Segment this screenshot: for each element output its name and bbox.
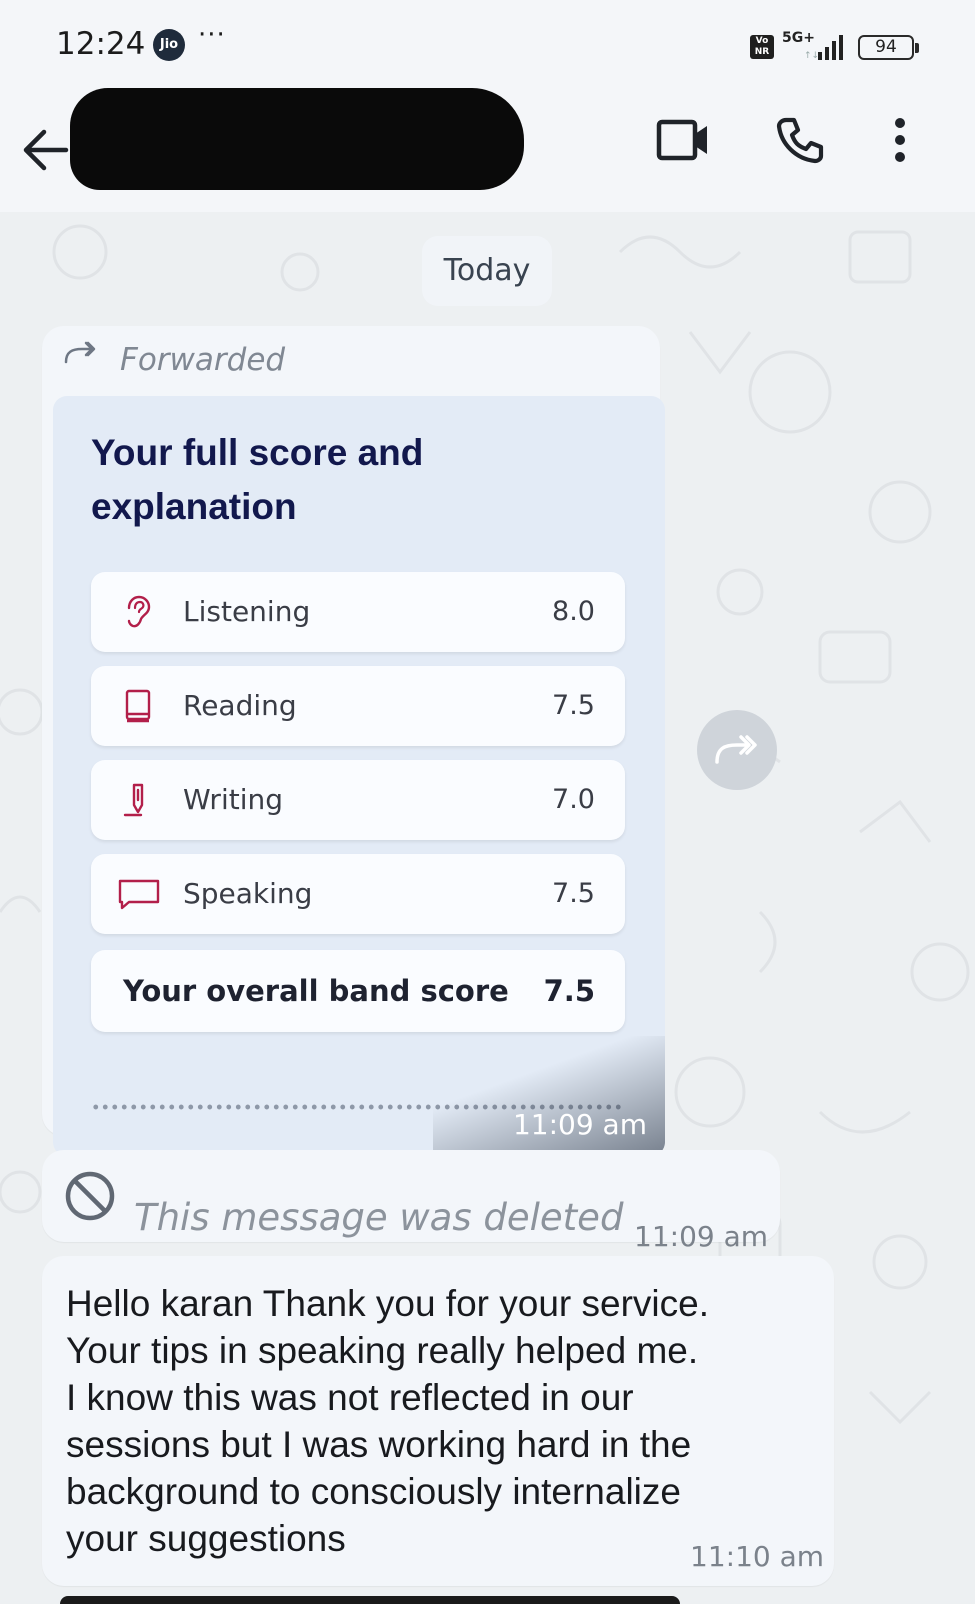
score-card-image[interactable]: Your full score and explanation Listenin… xyxy=(53,396,665,1156)
status-time: 12:24 xyxy=(56,26,146,62)
forwarded-label: Forwarded xyxy=(120,342,286,378)
message-time: 11:10 am xyxy=(690,1540,825,1573)
forward-button[interactable] xyxy=(697,710,777,790)
blocked-icon xyxy=(65,1171,115,1221)
score-value: 8.0 xyxy=(552,596,595,627)
message-time: 11:09 am xyxy=(634,1220,769,1253)
next-message-edge xyxy=(60,1596,680,1604)
overall-value: 7.5 xyxy=(543,974,595,1008)
score-card-title: Your full score and explanation xyxy=(91,432,424,527)
battery-icon: 94 xyxy=(858,35,919,60)
speech-bubble-icon xyxy=(118,879,160,910)
svg-text:↑↓: ↑↓ xyxy=(804,51,819,61)
overall-label: Your overall band score xyxy=(123,974,509,1008)
score-label: Reading xyxy=(183,689,297,722)
score-label: Writing xyxy=(183,783,283,816)
more-notifications-icon: ··· xyxy=(198,20,226,50)
message-time: 11:09 am xyxy=(512,1108,647,1141)
message-line: I know this was not reflected in our xyxy=(66,1377,634,1418)
message-line: background to consciously internalize xyxy=(66,1471,681,1512)
message-line: Your tips in speaking really helped me. xyxy=(66,1330,699,1371)
score-row-listening: Listening 8.0 xyxy=(91,572,625,652)
message-text: Hello karan Thank you for your service. … xyxy=(66,1280,786,1562)
pen-icon xyxy=(123,783,144,817)
score-value: 7.5 xyxy=(552,690,595,721)
video-call-icon[interactable] xyxy=(656,118,710,162)
score-label: Listening xyxy=(183,595,311,628)
forwarded-icon xyxy=(64,341,96,364)
jio-icon: Jio xyxy=(153,29,185,61)
message-line: Hello karan Thank you for your service. xyxy=(66,1283,710,1324)
volte-icon: Vo NR xyxy=(750,35,774,59)
status-bar: 12:24 Jio ··· Vo NR 5G+ ↑↓ 94 xyxy=(0,0,975,90)
score-value: 7.5 xyxy=(552,878,595,909)
book-icon xyxy=(125,689,151,723)
phone-icon[interactable] xyxy=(776,116,824,164)
score-row-reading: Reading 7.5 xyxy=(91,666,625,746)
message-line: your suggestions xyxy=(66,1518,346,1559)
score-value: 7.0 xyxy=(552,784,595,815)
signal-icon: ↑↓ xyxy=(804,35,843,61)
score-label: Speaking xyxy=(183,877,313,910)
ear-icon xyxy=(127,595,151,628)
more-vert-icon[interactable] xyxy=(890,116,910,164)
date-chip: Today xyxy=(422,236,552,306)
overall-band-score-row: Your overall band score 7.5 xyxy=(91,950,625,1032)
score-row-speaking: Speaking 7.5 xyxy=(91,854,625,934)
redacted-contact-name[interactable] xyxy=(70,88,524,190)
deleted-message-text: This message was deleted xyxy=(134,1196,624,1239)
forward-icon xyxy=(715,735,757,764)
message-line: sessions but I was working hard in the xyxy=(66,1424,692,1465)
score-row-writing: Writing 7.0 xyxy=(91,760,625,840)
